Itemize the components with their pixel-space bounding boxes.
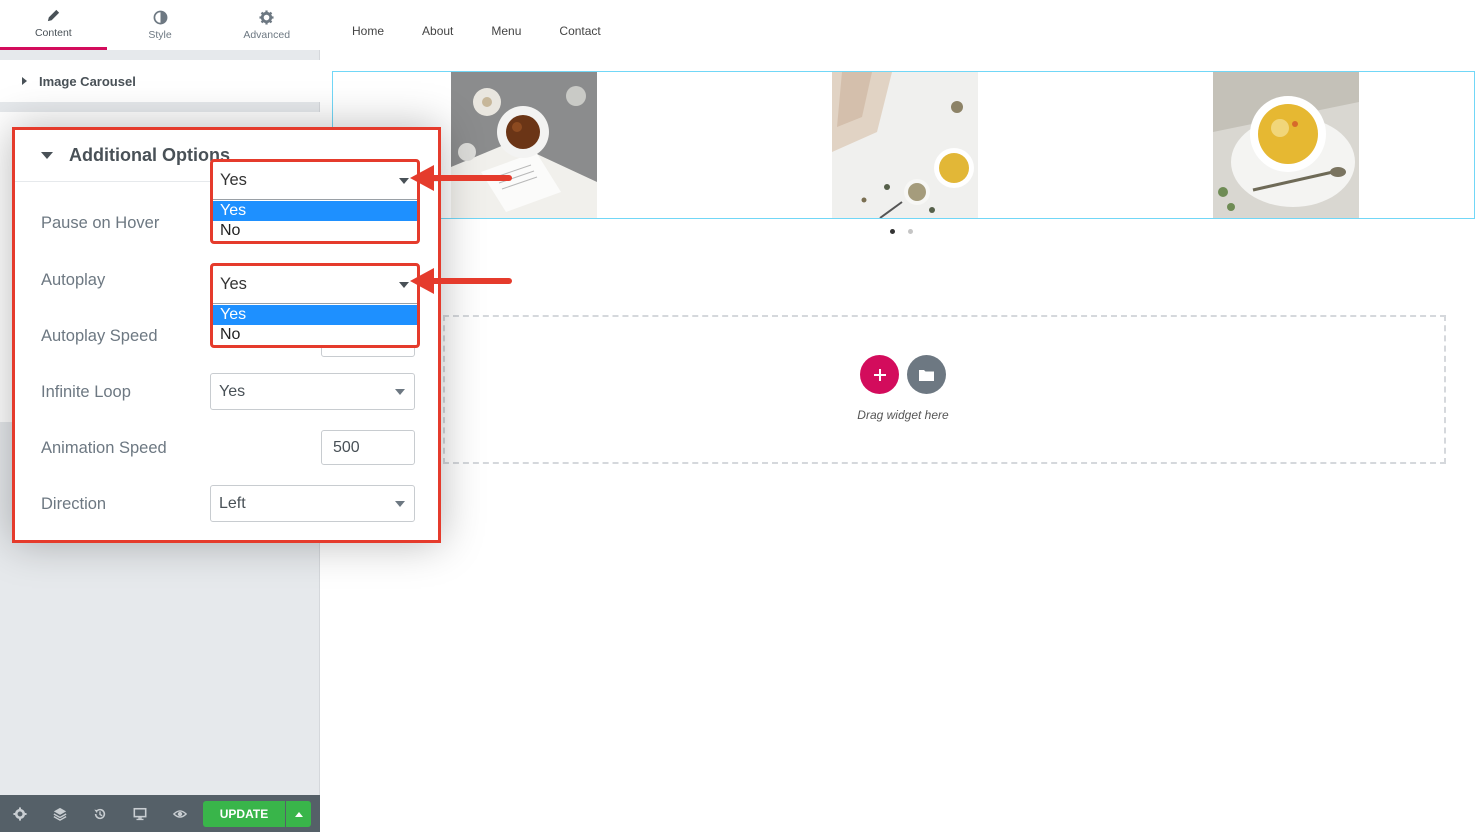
direction-label: Direction bbox=[41, 495, 107, 513]
infinite-loop-label: Infinite Loop bbox=[41, 383, 131, 401]
autoplay-option-yes[interactable]: Yes bbox=[213, 305, 417, 325]
settings-icon bbox=[13, 806, 27, 821]
infinite-loop-value: Yes bbox=[219, 382, 246, 400]
tab-content[interactable]: Content bbox=[0, 0, 107, 50]
additional-options-title: Additional Options bbox=[69, 145, 230, 165]
animation-speed-label: Animation Speed bbox=[41, 439, 167, 457]
plus-icon bbox=[873, 368, 886, 381]
pause-on-hover-label: Pause on Hover bbox=[41, 214, 160, 232]
pause-on-hover-select[interactable]: Yes bbox=[213, 162, 417, 200]
add-section-button[interactable] bbox=[860, 355, 899, 394]
widget-drop-zone[interactable] bbox=[443, 315, 1446, 464]
annotation-arrow-icon bbox=[410, 165, 434, 191]
tab-style-label: Style bbox=[148, 28, 172, 41]
animation-speed-input[interactable]: 500 bbox=[321, 430, 415, 465]
tab-content-label: Content bbox=[34, 27, 72, 39]
update-button[interactable]: UPDATE bbox=[203, 801, 285, 827]
annotation-arrow-icon bbox=[410, 268, 434, 294]
tab-style[interactable]: Style bbox=[107, 0, 214, 50]
additional-options-panel: Additional Options Pause on Hover Autopl… bbox=[12, 127, 441, 543]
layers-button[interactable] bbox=[40, 795, 80, 832]
image-carousel[interactable] bbox=[332, 71, 1475, 219]
history-button[interactable] bbox=[80, 795, 120, 832]
pause-on-hover-value: Yes bbox=[220, 171, 247, 189]
chevron-down-icon bbox=[399, 282, 409, 288]
nav-contact[interactable]: Contact bbox=[559, 24, 600, 38]
history-icon bbox=[94, 808, 106, 819]
settings-button[interactable] bbox=[0, 795, 40, 832]
drag-widget-hint: Drag widget here bbox=[857, 408, 949, 422]
preview-icon bbox=[173, 809, 187, 818]
editor-screen: Content Style Advanced Image Carousel UP… bbox=[0, 0, 1484, 832]
tab-advanced-label: Advanced bbox=[243, 28, 291, 41]
preview-button[interactable] bbox=[160, 795, 200, 832]
carousel-pagination bbox=[890, 229, 913, 234]
pause-on-hover-option-no[interactable]: No bbox=[213, 221, 417, 241]
infinite-loop-select[interactable]: Yes bbox=[210, 373, 415, 410]
autoplay-select[interactable]: Yes bbox=[213, 266, 417, 304]
autoplay-option-no[interactable]: No bbox=[213, 325, 417, 345]
chevron-down-icon bbox=[395, 389, 405, 395]
nav-home[interactable]: Home bbox=[352, 24, 384, 38]
tab-advanced[interactable]: Advanced bbox=[213, 0, 320, 50]
folder-icon bbox=[919, 370, 934, 381]
autoplay-dropdown[interactable]: Yes Yes No bbox=[210, 263, 420, 348]
caret-right-icon bbox=[22, 77, 27, 85]
pause-on-hover-dropdown[interactable]: Yes Yes No bbox=[210, 159, 420, 244]
section-image-carousel[interactable]: Image Carousel bbox=[0, 60, 320, 102]
caret-up-icon bbox=[294, 811, 303, 817]
autoplay-label: Autoplay bbox=[41, 271, 106, 289]
section-title: Image Carousel bbox=[39, 73, 136, 89]
pencil-icon bbox=[47, 9, 59, 22]
panel-tabs: Content Style Advanced bbox=[0, 0, 320, 50]
add-template-button[interactable] bbox=[907, 355, 946, 394]
nav-about[interactable]: About bbox=[422, 24, 453, 38]
annotation-arrow-line bbox=[430, 278, 512, 284]
pause-on-hover-option-yes[interactable]: Yes bbox=[213, 201, 417, 221]
chevron-down-icon bbox=[399, 178, 409, 184]
carousel-image bbox=[832, 72, 978, 218]
carousel-image bbox=[1213, 72, 1359, 218]
site-nav: Home About Menu Contact bbox=[352, 24, 601, 38]
responsive-button[interactable] bbox=[120, 795, 160, 832]
annotation-arrow-line bbox=[430, 175, 512, 181]
responsive-icon bbox=[133, 807, 147, 820]
autoplay-value: Yes bbox=[220, 275, 247, 293]
direction-value: Left bbox=[219, 494, 246, 512]
nav-menu[interactable]: Menu bbox=[491, 24, 521, 38]
autoplay-speed-label: Autoplay Speed bbox=[41, 327, 158, 345]
carousel-dot-1[interactable] bbox=[890, 229, 895, 234]
chevron-down-icon bbox=[395, 501, 405, 507]
update-options-button[interactable] bbox=[286, 801, 311, 827]
carousel-dot-2[interactable] bbox=[908, 229, 913, 234]
caret-down-icon bbox=[41, 152, 53, 159]
layers-icon bbox=[53, 807, 67, 821]
direction-select[interactable]: Left bbox=[210, 485, 415, 522]
bottom-toolbar: UPDATE bbox=[0, 795, 320, 832]
gear-icon bbox=[259, 9, 274, 25]
half-circle-icon bbox=[153, 10, 167, 24]
carousel-image bbox=[451, 72, 597, 218]
